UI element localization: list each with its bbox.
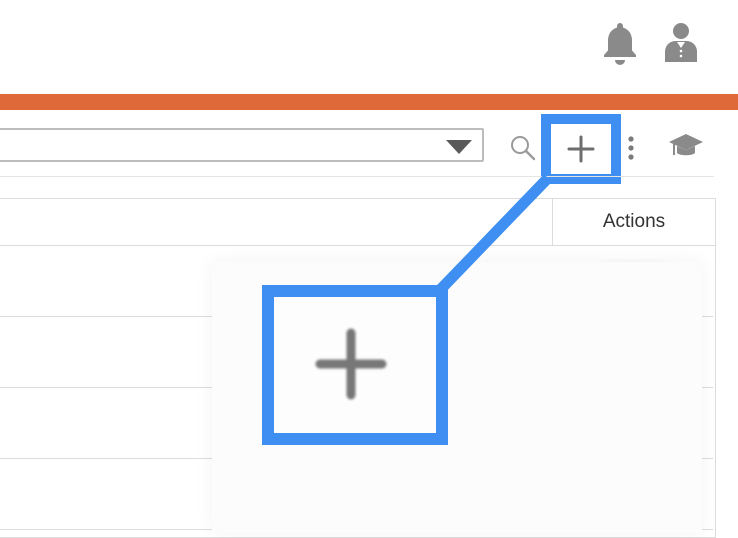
- kebab-menu-icon[interactable]: [624, 134, 638, 164]
- plus-icon: [315, 328, 387, 400]
- top-header: [0, 0, 738, 94]
- column-header-actions[interactable]: Actions: [553, 199, 715, 245]
- add-button[interactable]: [541, 114, 621, 184]
- graduation-cap-icon[interactable]: [668, 131, 704, 161]
- view-select[interactable]: [0, 128, 484, 162]
- bell-icon[interactable]: [600, 20, 640, 66]
- plus-icon: [567, 135, 595, 163]
- search-icon[interactable]: [508, 133, 538, 163]
- table-header: Actions: [0, 199, 715, 246]
- user-icon[interactable]: [662, 20, 700, 66]
- accent-strip: [0, 94, 738, 110]
- zoom-callout-box: [262, 285, 448, 445]
- toolbar-divider: [0, 176, 714, 177]
- dropdown-arrow-icon[interactable]: [446, 140, 472, 154]
